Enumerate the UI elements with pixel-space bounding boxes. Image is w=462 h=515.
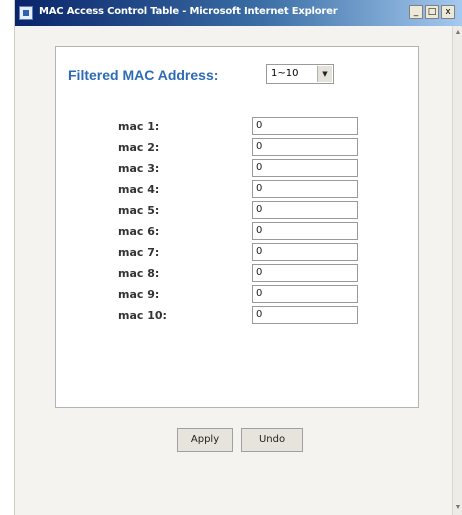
mac-label: mac 10: [118, 309, 167, 322]
mac-input-5[interactable]: 0 [252, 201, 358, 219]
vertical-scrollbar[interactable]: ▲ ▼ [452, 26, 462, 515]
mac-row: mac 3: 0 [56, 159, 418, 180]
undo-button[interactable]: Undo [241, 428, 303, 452]
filtered-mac-label: Filtered MAC Address: [68, 67, 219, 83]
mac-row: mac 9: 0 [56, 285, 418, 306]
mac-list: mac 1: 0 mac 2: 0 mac 3: 0 mac 4: 0 mac 5: 0 mac 6… [56, 117, 418, 327]
mac-input-2[interactable]: 0 [252, 138, 358, 156]
window-title: MAC Access Control Table - Microsoft Int… [39, 6, 338, 17]
mac-input-8[interactable]: 0 [252, 264, 358, 282]
ie-page-icon [19, 6, 33, 20]
mac-row: mac 2: 0 [56, 138, 418, 159]
apply-button[interactable]: Apply [177, 428, 233, 452]
mac-table-panel: Filtered MAC Address: 1~10 ▼ mac 1: 0 mac … [55, 46, 419, 408]
mac-row: mac 7: 0 [56, 243, 418, 264]
scroll-down-icon[interactable]: ▼ [454, 503, 462, 513]
mac-input-7[interactable]: 0 [252, 243, 358, 261]
mac-input-1[interactable]: 0 [252, 117, 358, 135]
mac-input-3[interactable]: 0 [252, 159, 358, 177]
mac-label: mac 4: [118, 183, 160, 196]
mac-row: mac 6: 0 [56, 222, 418, 243]
filter-range-select[interactable]: 1~10 ▼ [266, 64, 334, 84]
mac-row: mac 8: 0 [56, 264, 418, 285]
mac-label: mac 7: [118, 246, 160, 259]
mac-label: mac 2: [118, 141, 160, 154]
mac-input-10[interactable]: 0 [252, 306, 358, 324]
scroll-up-icon[interactable]: ▲ [454, 28, 462, 38]
mac-label: mac 8: [118, 267, 160, 280]
maximize-button[interactable]: □ [425, 5, 439, 19]
minimize-button[interactable]: _ [409, 5, 423, 19]
title-bar[interactable]: MAC Access Control Table - Microsoft Int… [15, 0, 462, 26]
close-button[interactable]: x [441, 5, 455, 19]
filter-range-value: 1~10 [271, 68, 299, 79]
mac-row: mac 5: 0 [56, 201, 418, 222]
caption-buttons: _ □ x [409, 5, 455, 19]
mac-row: mac 4: 0 [56, 180, 418, 201]
mac-row: mac 1: 0 [56, 117, 418, 138]
mac-label: mac 9: [118, 288, 160, 301]
mac-input-9[interactable]: 0 [252, 285, 358, 303]
mac-label: mac 1: [118, 120, 160, 133]
browser-window: MAC Access Control Table - Microsoft Int… [14, 0, 462, 515]
mac-label: mac 5: [118, 204, 160, 217]
mac-label: mac 6: [118, 225, 160, 238]
mac-row: mac 10: 0 [56, 306, 418, 327]
mac-input-6[interactable]: 0 [252, 222, 358, 240]
mac-input-4[interactable]: 0 [252, 180, 358, 198]
mac-label: mac 3: [118, 162, 160, 175]
chevron-down-icon[interactable]: ▼ [317, 66, 332, 82]
